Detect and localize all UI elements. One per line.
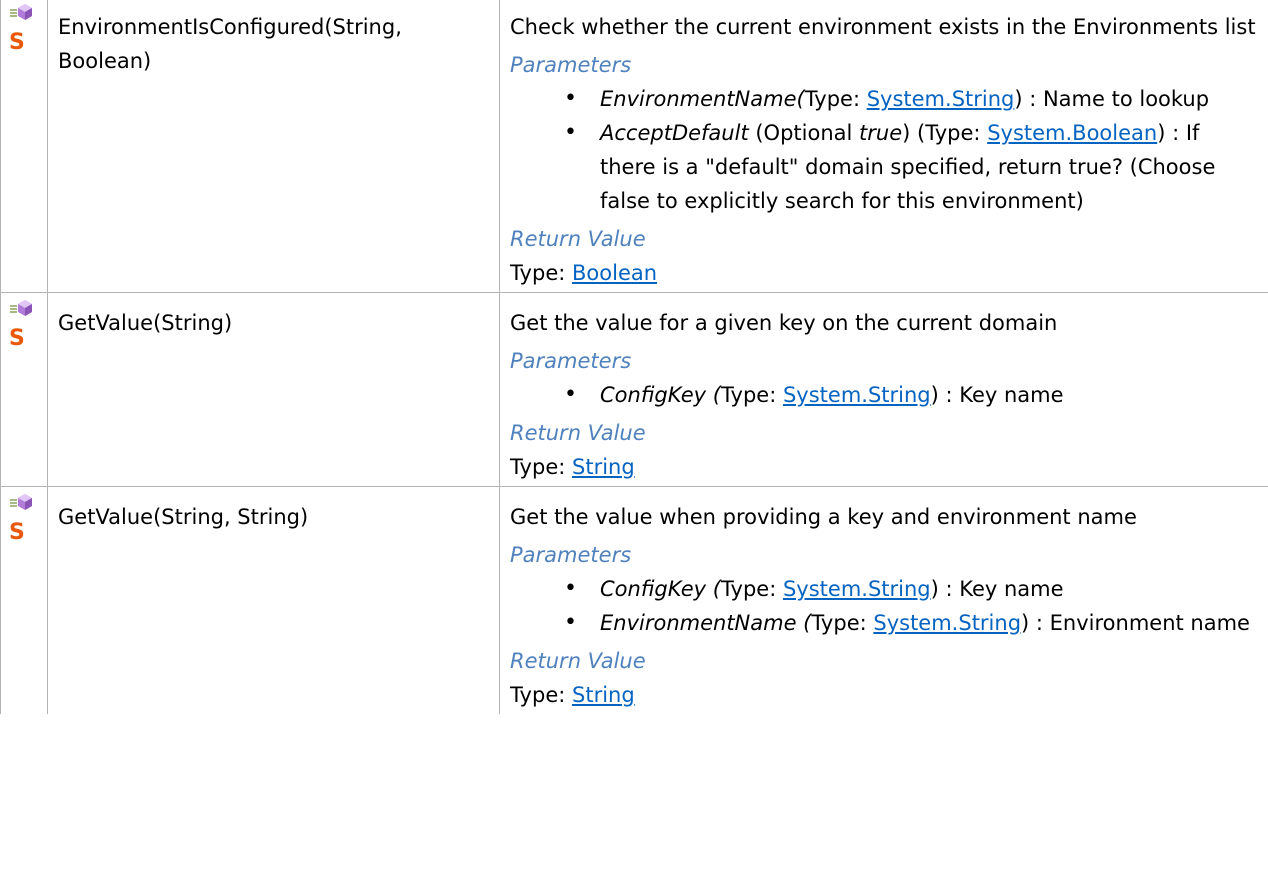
return-value-heading: Return Value [510, 227, 646, 251]
bullet: • [564, 576, 577, 601]
table-row: S EnvironmentIsConfigured(String, Boolea… [0, 0, 1268, 293]
public-method-icon [10, 300, 32, 316]
parameter-name: EnvironmentName( [600, 87, 805, 111]
parameter-name: AcceptDefault [600, 121, 749, 145]
list-item: • ConfigKey (Type: System.String) : Key … [564, 378, 1259, 412]
static-member-icon: S [9, 30, 25, 55]
list-item: • AcceptDefault (Optional true) (Type: S… [564, 116, 1259, 218]
type-prefix: Type: [720, 577, 783, 601]
bullet: • [564, 120, 577, 145]
member-icons-cell: S [0, 292, 48, 487]
type-link[interactable]: System.String [873, 611, 1021, 635]
return-type-link[interactable]: String [572, 455, 635, 479]
type-link[interactable]: System.String [783, 383, 931, 407]
parameter-name: ConfigKey ( [600, 577, 721, 601]
return-type-link[interactable]: Boolean [572, 261, 657, 285]
table-row: S GetValue(String) Get the value for a g… [0, 292, 1268, 487]
optional-value: true [859, 121, 903, 145]
member-icons-cell: S [0, 486, 48, 714]
member-name: GetValue(String, String) [47, 486, 500, 714]
parameter-description: ) : Environment name [1021, 611, 1250, 635]
return-type-link[interactable]: String [572, 683, 635, 707]
parameter-list: • ConfigKey (Type: System.String) : Key … [510, 378, 1259, 412]
bullet: • [564, 610, 577, 635]
return-value-heading: Return Value [510, 421, 646, 445]
parameters-heading: Parameters [510, 543, 632, 567]
member-summary: Get the value for a given key on the cur… [510, 311, 1058, 335]
type-link[interactable]: System.Boolean [987, 121, 1157, 145]
table-row: S GetValue(String, String) Get the value… [0, 486, 1268, 714]
return-type: Type: String [510, 678, 1259, 712]
parameter-description: ) : Key name [930, 383, 1064, 407]
parameter-description: ) : Key name [930, 577, 1064, 601]
return-type-prefix: Type: [510, 683, 572, 707]
return-type: Type: Boolean [510, 256, 1259, 290]
list-item: • EnvironmentName(Type: System.String) :… [564, 82, 1259, 116]
member-summary: Get the value when providing a key and e… [510, 505, 1137, 529]
optional-prefix: (Optional [748, 121, 860, 145]
parameter-name: ConfigKey ( [600, 383, 721, 407]
parameter-list: • EnvironmentName(Type: System.String) :… [510, 82, 1259, 218]
parameter-description: ) : Name to lookup [1014, 87, 1210, 111]
static-member-icon: S [9, 520, 25, 545]
type-prefix: Type: [804, 87, 867, 111]
member-icons-cell: S [0, 0, 48, 293]
list-item: • ConfigKey (Type: System.String) : Key … [564, 572, 1259, 606]
parameters-heading: Parameters [510, 349, 632, 373]
type-prefix: Type: [720, 383, 783, 407]
public-method-icon [10, 494, 32, 510]
member-summary: Check whether the current environment ex… [510, 15, 1256, 39]
optional-suffix: ) ( [902, 121, 926, 145]
bullet: • [564, 382, 577, 407]
member-name: EnvironmentIsConfigured(String, Boolean) [47, 0, 500, 293]
member-description: Get the value when providing a key and e… [499, 486, 1268, 714]
member-name: GetValue(String) [47, 292, 500, 487]
type-prefix: Type: [811, 611, 874, 635]
parameters-heading: Parameters [510, 53, 632, 77]
member-description: Check whether the current environment ex… [499, 0, 1268, 293]
type-link[interactable]: System.String [783, 577, 931, 601]
return-type-prefix: Type: [510, 455, 572, 479]
public-method-icon [10, 4, 32, 20]
return-type: Type: String [510, 450, 1259, 484]
parameter-name: EnvironmentName ( [600, 611, 812, 635]
member-description: Get the value for a given key on the cur… [499, 292, 1268, 487]
bullet: • [564, 86, 577, 111]
static-member-icon: S [9, 326, 25, 351]
parameter-list: • ConfigKey (Type: System.String) : Key … [510, 572, 1259, 640]
type-link[interactable]: System.String [867, 87, 1015, 111]
return-type-prefix: Type: [510, 261, 572, 285]
members-table: S EnvironmentIsConfigured(String, Boolea… [0, 0, 1268, 714]
list-item: • EnvironmentName (Type: System.String) … [564, 606, 1259, 640]
return-value-heading: Return Value [510, 649, 646, 673]
type-prefix: Type: [925, 121, 988, 145]
